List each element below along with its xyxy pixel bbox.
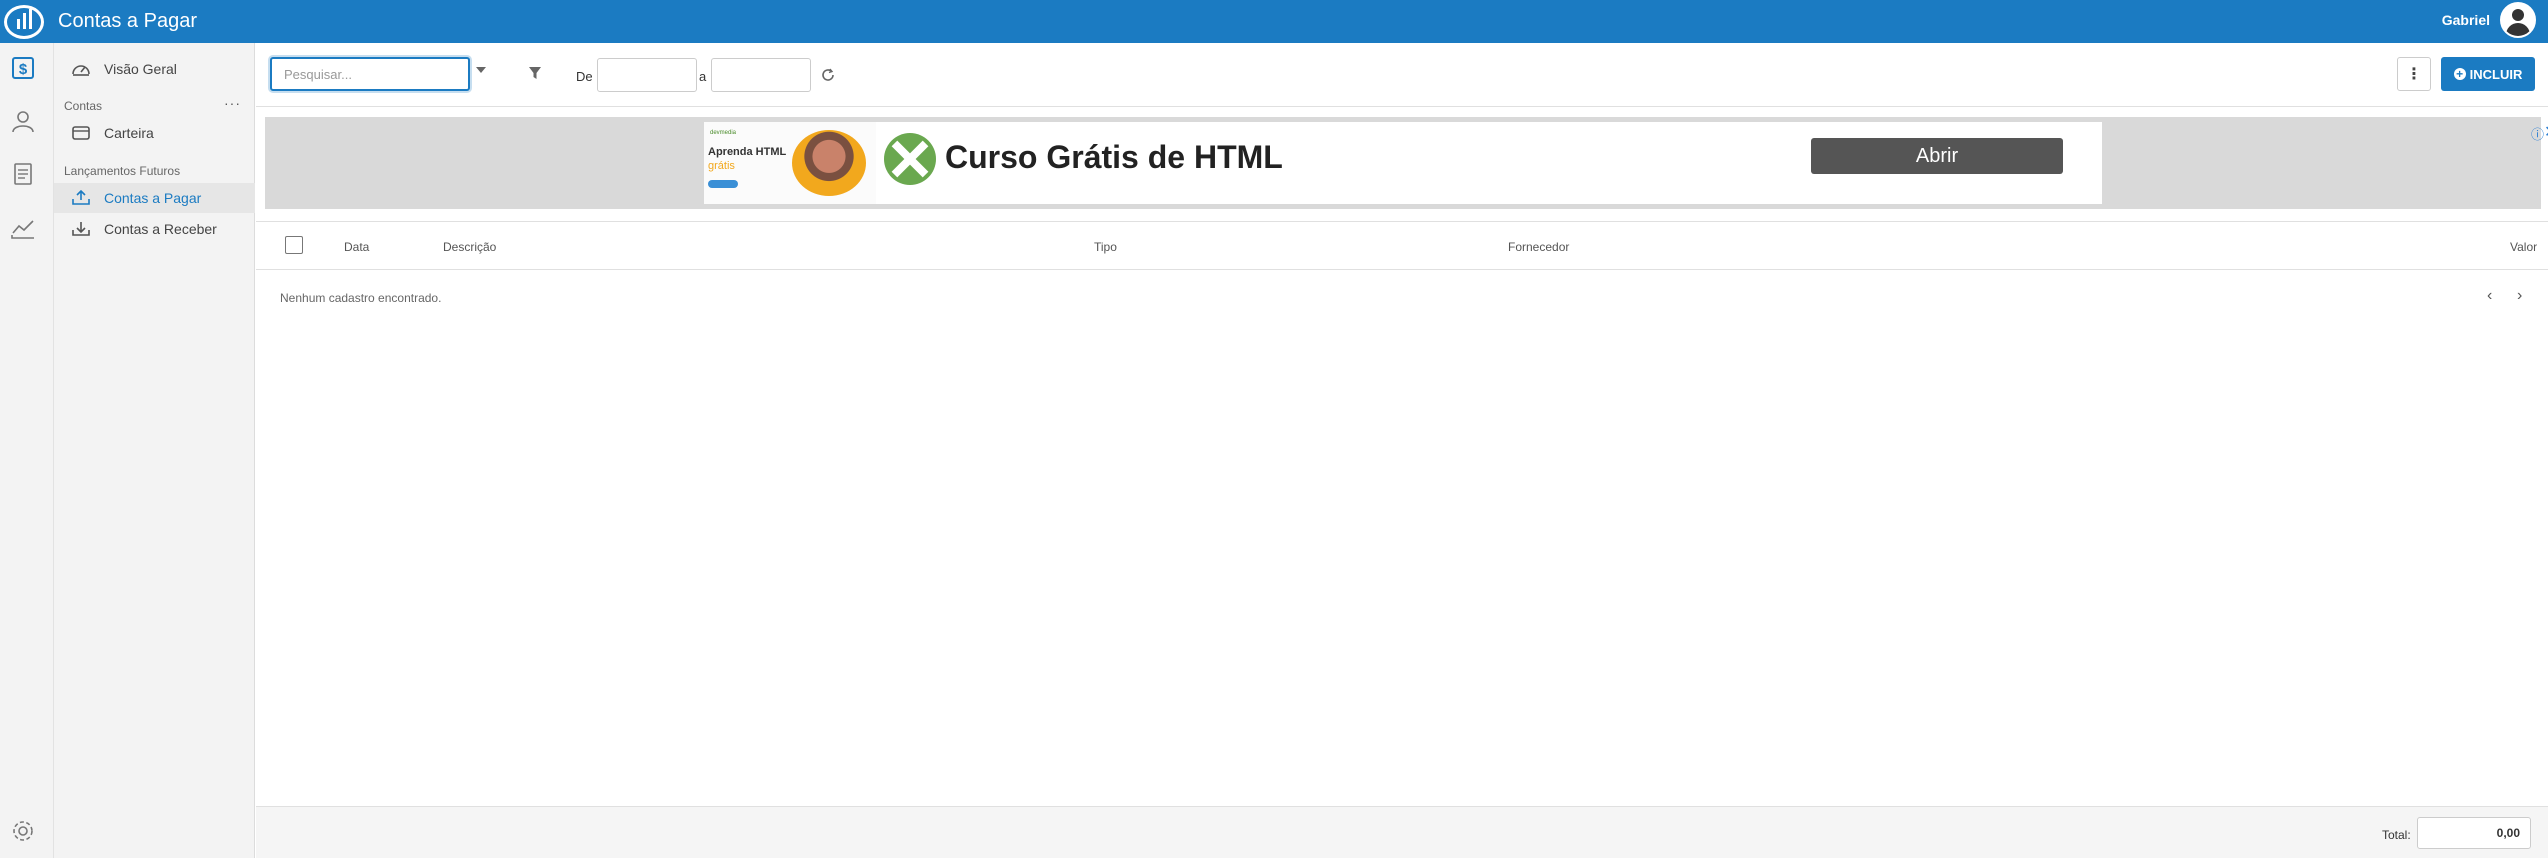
total-value: 0,00 — [2417, 817, 2531, 849]
ad-photo — [792, 130, 866, 196]
sidebar-item-wallet[interactable]: Carteira — [54, 118, 255, 148]
add-button[interactable]: + INCLUIR — [2441, 57, 2535, 91]
more-actions-button[interactable]: ⋮ — [2397, 57, 2431, 91]
ad-thumb-pill — [708, 180, 738, 188]
sidebar-item-receivables[interactable]: Contas a Receber — [54, 214, 255, 244]
toolbar: De a ⋮ + INCLUIR — [256, 43, 2548, 107]
ad-thumbnail[interactable]: devmedia Aprenda HTML grátis — [704, 122, 876, 204]
sidebar-item-overview[interactable]: Visão Geral — [54, 54, 255, 84]
sidebar-item-label: Carteira — [104, 125, 154, 141]
sidebar-item-payables[interactable]: Contas a Pagar — [54, 183, 255, 213]
settings-icon[interactable] — [10, 818, 36, 844]
total-label: Total: — [2382, 828, 2411, 842]
table-header: Data Descrição Tipo Fornecedor Valor — [256, 221, 2548, 270]
select-all-checkbox[interactable] — [285, 236, 303, 254]
ad-logo-icon — [884, 133, 936, 185]
column-header-date[interactable]: Data — [344, 240, 369, 254]
svg-text:$: $ — [19, 61, 28, 78]
footer: Total: 0,00 — [256, 806, 2548, 858]
chart-icon[interactable] — [10, 214, 36, 240]
wallet-icon — [70, 124, 92, 142]
sidebar: Visão Geral Contas ··· Carteira Lançamen… — [54, 43, 255, 858]
sidebar-item-label: Visão Geral — [104, 61, 177, 77]
download-tray-icon — [70, 220, 92, 238]
column-header-description[interactable]: Descrição — [443, 240, 496, 254]
dollar-icon[interactable]: $ — [10, 55, 36, 81]
section-label-future: Lançamentos Futuros — [64, 164, 181, 178]
sidebar-item-label: Contas a Pagar — [104, 190, 202, 206]
document-icon[interactable] — [10, 161, 36, 187]
ad-open-button[interactable]: Abrir — [1811, 138, 2063, 174]
ad-thumb-line1: Aprenda HTML — [708, 146, 787, 158]
ad-thumb-line2: grátis — [708, 160, 735, 172]
date-to-label: a — [699, 69, 707, 84]
user-icon[interactable] — [10, 108, 36, 134]
ad-banner: devmedia Aprenda HTML grátis Curso Gráti… — [265, 117, 2548, 209]
more-options-icon[interactable]: ··· — [224, 95, 241, 111]
date-from-field[interactable] — [597, 58, 697, 92]
page-title: Contas a Pagar — [58, 10, 197, 32]
icon-rail: $ — [0, 43, 54, 858]
top-bar: Contas a Pagar Gabriel — [0, 0, 2548, 43]
avatar[interactable] — [2500, 2, 2536, 38]
section-label-accounts: Contas — [64, 99, 103, 113]
column-header-type[interactable]: Tipo — [1094, 240, 1117, 254]
add-button-label: INCLUIR — [2469, 66, 2523, 82]
ad-brand: devmedia — [710, 130, 737, 136]
empty-state-message: Nenhum cadastro encontrado. — [280, 291, 442, 305]
ad-close-icon[interactable]: ✕ — [2544, 122, 2548, 142]
ad-info-icon[interactable]: ⓘ — [2531, 124, 2544, 143]
dashboard-icon — [70, 60, 92, 78]
user-menu[interactable]: Gabriel — [2442, 2, 2536, 38]
date-to-field[interactable] — [711, 58, 811, 92]
column-header-value[interactable]: Valor — [2510, 240, 2537, 254]
ad-headline[interactable]: Curso Grátis de HTML — [945, 139, 1283, 176]
refresh-icon[interactable] — [820, 67, 836, 83]
plus-circle-icon: + — [2453, 68, 2466, 80]
date-from-label: De — [576, 69, 593, 84]
user-name: Gabriel — [2441, 12, 2490, 28]
ad-content[interactable]: devmedia Aprenda HTML grátis Curso Gráti… — [704, 122, 2548, 204]
column-header-supplier[interactable]: Fornecedor — [1508, 240, 1569, 254]
filter-icon[interactable] — [528, 65, 542, 81]
app-logo[interactable] — [4, 4, 44, 39]
sidebar-item-label: Contas a Receber — [104, 221, 217, 237]
chevron-left-icon[interactable]: ‹ — [2487, 287, 2492, 305]
upload-tray-icon — [70, 189, 92, 207]
chevron-down-icon[interactable] — [476, 67, 486, 73]
search-input[interactable] — [270, 57, 470, 91]
chevron-right-icon[interactable]: › — [2517, 287, 2522, 305]
